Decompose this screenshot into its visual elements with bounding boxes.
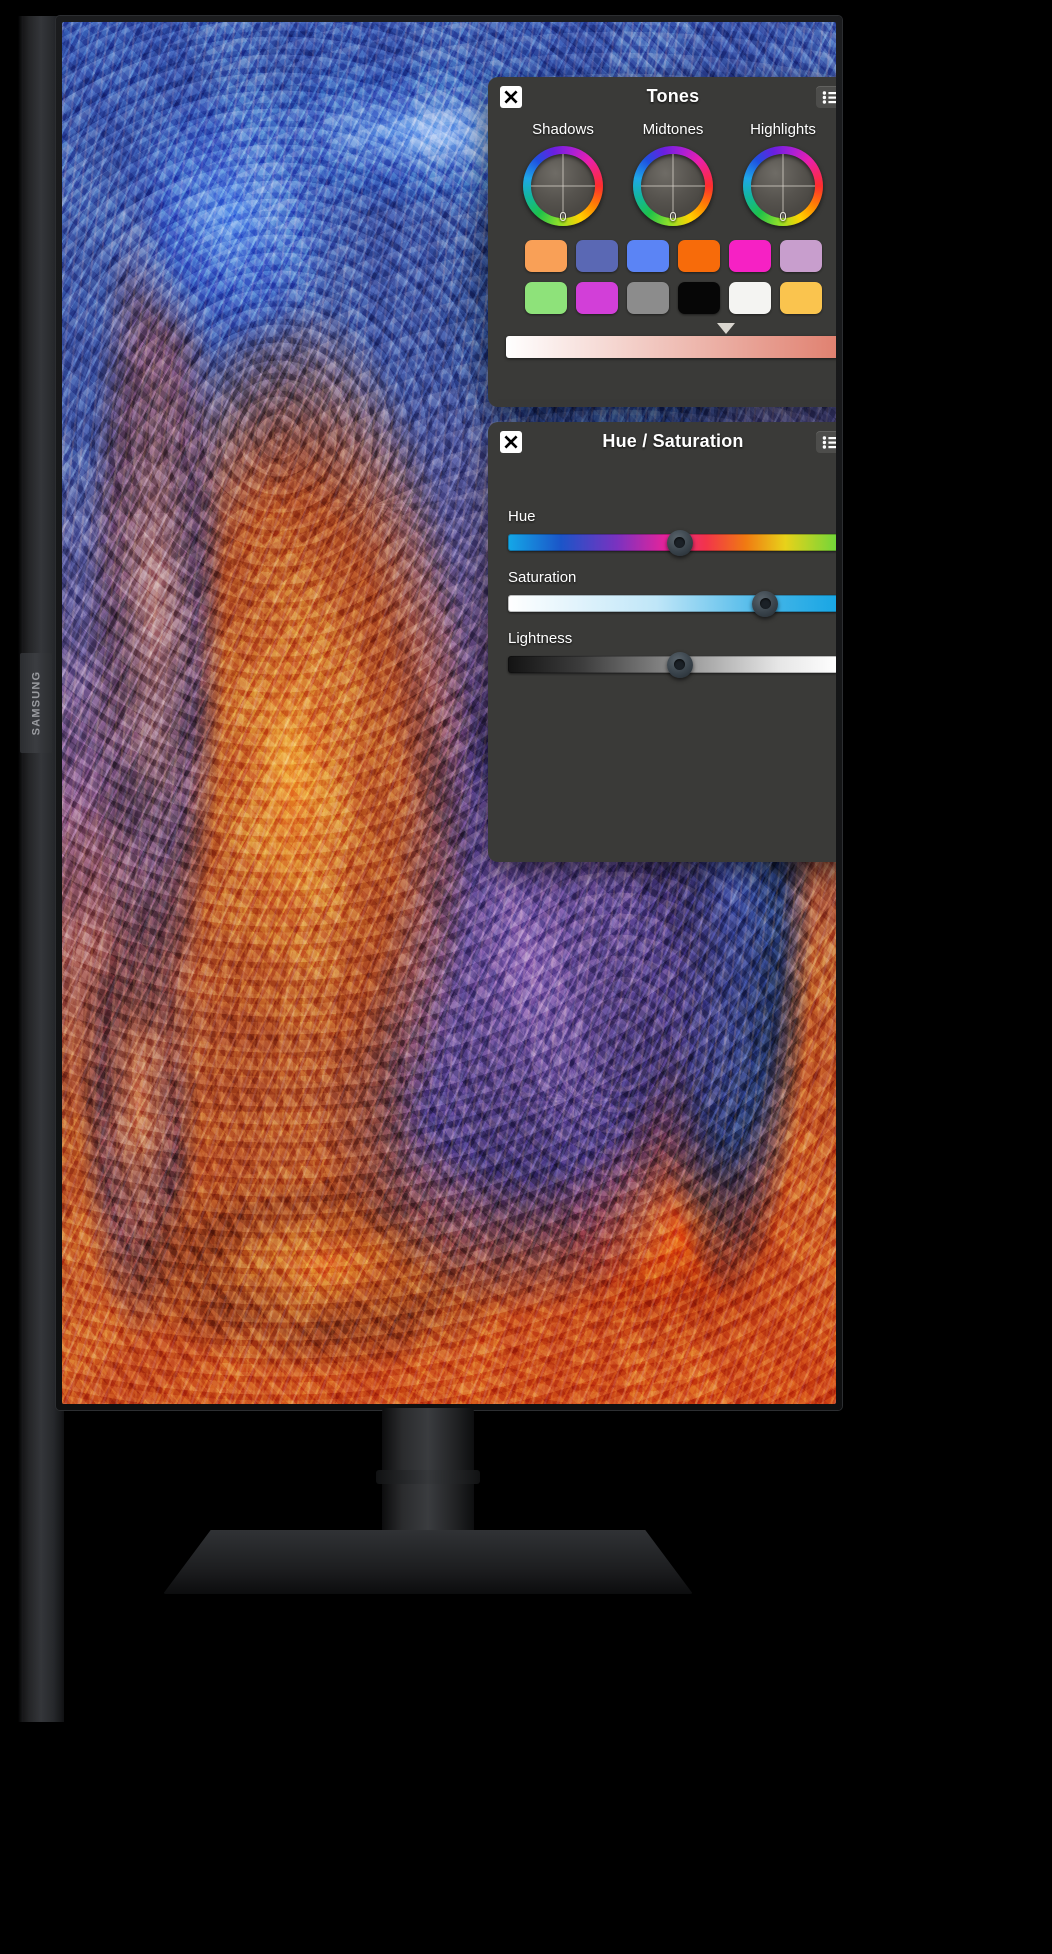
- swatch-orange[interactable]: [677, 240, 720, 272]
- color-swatch-grid[interactable]: [488, 240, 836, 314]
- tone-wheel-label: Shadows: [532, 121, 594, 138]
- hue-slider-knob[interactable]: [666, 529, 693, 556]
- lightness-slider[interactable]: [508, 651, 836, 678]
- lightness-slider-block[interactable]: Lightness: [488, 630, 836, 678]
- tone-wheel-shadows[interactable]: Shadows 0: [511, 121, 615, 226]
- swatch-black[interactable]: [677, 282, 720, 314]
- tones-panel[interactable]: Tones Shadows 0 Midtones 0 Highlights 0: [488, 77, 836, 407]
- tone-gradient-bar[interactable]: [506, 336, 836, 358]
- swatch-indigo[interactable]: [575, 240, 618, 272]
- saturation-slider-label: Saturation: [508, 569, 577, 586]
- tone-wheel-highlights[interactable]: Highlights 0: [731, 121, 835, 226]
- saturation-slider-knob[interactable]: [752, 590, 779, 617]
- tones-panel-title: Tones: [646, 85, 700, 106]
- swatch-orange-light[interactable]: [524, 240, 567, 272]
- swatch-grey[interactable]: [626, 282, 669, 314]
- lightness-slider-label: Lightness: [508, 630, 573, 647]
- tone-gradient-control[interactable]: [506, 323, 836, 358]
- tones-panel-titlebar[interactable]: Tones: [488, 77, 836, 115]
- close-icon[interactable]: [500, 86, 522, 108]
- monitor-stand-neck-lip: [376, 1470, 480, 1484]
- monitor-bezel: Tones Shadows 0 Midtones 0 Highlights 0 …: [56, 16, 842, 1410]
- hue-slider-label: Hue: [508, 508, 536, 525]
- tone-wheel-value: 0: [669, 209, 677, 224]
- monitor-device: SAMSUNG Tones Shadows 0 Midtones 0 Highl…: [8, 8, 1044, 1750]
- list-menu-icon[interactable]: [816, 86, 836, 108]
- swatch-green-light[interactable]: [524, 282, 567, 314]
- hue-saturation-panel[interactable]: Hue / Saturation Hue Saturation Lightnes…: [488, 422, 836, 862]
- swatch-white[interactable]: [728, 282, 771, 314]
- hue-saturation-title: Hue / Saturation: [602, 430, 744, 451]
- monitor-stand-base: [163, 1530, 693, 1594]
- color-wheel-shadows[interactable]: 0: [523, 146, 603, 226]
- swatch-yellow[interactable]: [779, 282, 822, 314]
- lightness-slider-knob[interactable]: [666, 651, 693, 678]
- color-wheel-midtones[interactable]: 0: [633, 146, 713, 226]
- crosshair-horizontal: [751, 185, 815, 187]
- monitor-screen: Tones Shadows 0 Midtones 0 Highlights 0 …: [62, 22, 836, 1404]
- gradient-marker-icon[interactable]: [717, 323, 736, 334]
- samsung-logo-badge: SAMSUNG: [20, 653, 52, 753]
- swatch-blue[interactable]: [626, 240, 669, 272]
- tone-wheel-label: Highlights: [750, 121, 816, 138]
- tone-wheel-midtones[interactable]: Midtones 0: [621, 121, 725, 226]
- tone-wheel-value: 0: [559, 209, 567, 224]
- hue-slider[interactable]: [508, 529, 836, 556]
- color-wheel-highlights[interactable]: 0: [743, 146, 823, 226]
- hue-saturation-titlebar[interactable]: Hue / Saturation: [488, 422, 836, 460]
- crosshair-horizontal: [641, 185, 705, 187]
- hue-slider-block[interactable]: Hue: [488, 508, 836, 556]
- saturation-slider[interactable]: [508, 590, 836, 617]
- tone-wheel-label: Midtones: [642, 121, 704, 138]
- screenshot-root: SAMSUNG Tones Shadows 0 Midtones 0 Highl…: [0, 0, 1052, 1954]
- tone-wheel-value: 0: [779, 209, 787, 224]
- list-menu-icon[interactable]: [816, 431, 836, 453]
- crosshair-horizontal: [531, 185, 595, 187]
- swatch-orchid[interactable]: [575, 282, 618, 314]
- swatch-magenta[interactable]: [728, 240, 771, 272]
- close-icon[interactable]: [500, 431, 522, 453]
- saturation-slider-block[interactable]: Saturation: [488, 569, 836, 617]
- swatch-lilac[interactable]: [779, 240, 822, 272]
- tone-wheels-row: Shadows 0 Midtones 0 Highlights 0: [488, 115, 836, 226]
- samsung-logo: SAMSUNG: [30, 670, 42, 736]
